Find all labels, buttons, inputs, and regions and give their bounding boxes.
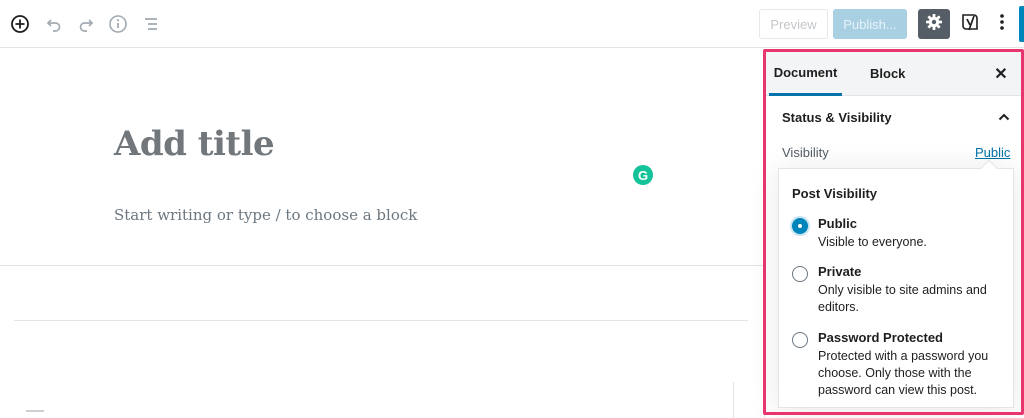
add-block-icon[interactable] [8,12,32,36]
popover-title: Post Visibility [792,186,878,201]
editor-toolbar: Preview Publish... [0,0,1024,48]
tab-document[interactable]: Document [769,50,842,96]
close-icon[interactable]: ✕ [991,64,1011,84]
post-title-input[interactable]: Add title [114,124,275,164]
chevron-up-icon[interactable] [997,110,1011,124]
gear-icon [925,13,943,36]
tab-block[interactable]: Block [870,50,905,96]
editor-divider [0,265,764,266]
radio-password[interactable] [792,332,808,348]
settings-sidebar: Document Block ✕ Status & Visibility Vis… [764,50,1024,418]
option-desc: Visible to everyone. [818,235,927,249]
grammarly-icon[interactable]: G [633,165,653,185]
radio-public[interactable] [792,218,808,234]
option-desc: Only visible to site admins and editors. [818,283,987,314]
redo-icon[interactable] [74,12,98,36]
option-name: Private [818,264,862,279]
info-icon[interactable] [106,12,130,36]
option-name: Public [818,216,858,231]
yoast-icon [960,11,982,38]
publish-button[interactable]: Publish... [833,9,907,39]
more-options-button[interactable] [990,10,1014,38]
post-visibility-popover: Post Visibility Public Visible to everyo… [778,168,1014,408]
option-name: Password Protected [818,330,943,345]
sidebar-tabs: Document Block ✕ [765,50,1024,96]
settings-button[interactable] [918,9,950,39]
visibility-link[interactable]: Public [975,145,1010,160]
more-vertical-icon [999,13,1005,36]
metabox-handle [26,410,44,412]
option-desc: Protected with a password you choose. On… [818,349,989,397]
block-appender[interactable]: Start writing or type / to choose a bloc… [114,206,417,224]
outline-icon[interactable] [139,12,163,36]
undo-icon[interactable] [42,12,66,36]
visibility-label: Visibility [782,145,829,160]
metabox-divider [14,320,748,321]
radio-private[interactable] [792,266,808,282]
status-visibility-toggle[interactable]: Status & Visibility [782,110,892,125]
preview-button[interactable]: Preview [759,9,828,39]
metabox-edge [733,382,734,418]
yoast-button[interactable] [958,10,984,38]
edge-indicator [1019,6,1024,42]
